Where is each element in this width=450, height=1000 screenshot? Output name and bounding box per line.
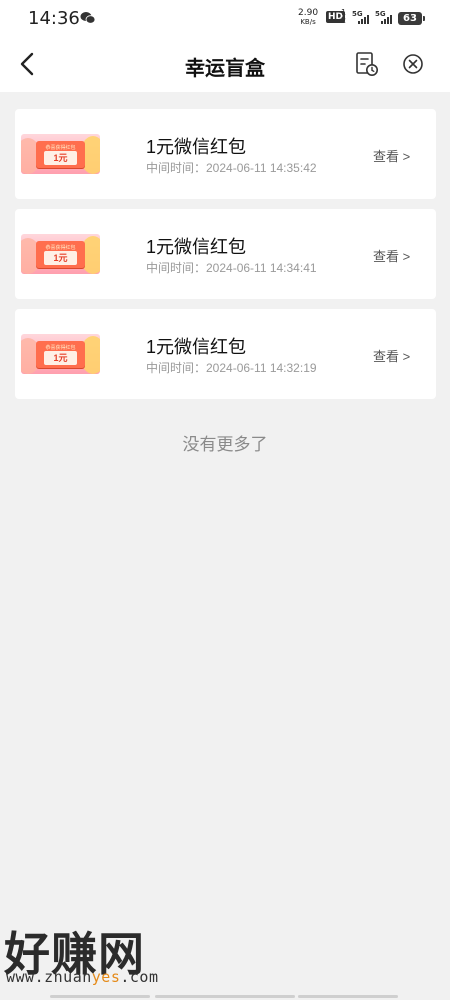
watermark-url-highlight: yes: [91, 968, 121, 986]
prize-title: 1元微信红包: [146, 237, 247, 257]
signal-2-label: 5G: [375, 10, 386, 18]
battery-icon: 63: [398, 12, 425, 25]
home-indicator: [50, 995, 150, 998]
thumbnail-amount: 1元: [44, 251, 77, 265]
record-icon[interactable]: [352, 50, 380, 78]
red-packet-thumbnail: 恭喜获得红包 1元: [21, 334, 100, 374]
thumbnail-amount: 1元: [44, 351, 77, 365]
thumbnail-amount: 1元: [44, 151, 77, 165]
site-watermark: 好赚网 www.zhuanyes.com: [4, 918, 194, 988]
no-more-text: 没有更多了: [182, 435, 268, 454]
prize-list: 恭喜获得红包 1元 1元微信红包 中间时间：2024-06-11 14:35:4…: [15, 109, 436, 409]
thumbnail-caption: 恭喜获得红包: [45, 145, 76, 151]
home-indicator: [298, 995, 398, 998]
view-button[interactable]: 查看 >: [373, 246, 410, 265]
signal-icon-2: 5G: [375, 10, 393, 24]
prize-card[interactable]: 恭喜获得红包 1元 1元微信红包 中间时间：2024-06-11 14:34:4…: [15, 209, 436, 299]
nav-bar: 幸运盲盒: [0, 38, 450, 92]
watermark-url-suffix: .com: [120, 968, 159, 986]
status-bar: 14:36 2.90 KB/s HD 1 2 5G 5G 63: [0, 0, 450, 38]
prize-title: 1元微信红包: [146, 337, 247, 357]
page-title: 幸运盲盒: [185, 58, 265, 80]
prize-time: 中间时间：2024-06-11 14:32:19: [146, 361, 317, 375]
prize-time: 中间时间：2024-06-11 14:34:41: [146, 261, 317, 275]
network-speed-unit: KB/s: [300, 18, 316, 26]
prize-card[interactable]: 恭喜获得红包 1元 1元微信红包 中间时间：2024-06-11 14:32:1…: [15, 309, 436, 399]
view-button[interactable]: 查看 >: [373, 346, 410, 365]
thumbnail-caption: 恭喜获得红包: [45, 245, 76, 251]
thumbnail-caption: 恭喜获得红包: [45, 345, 76, 351]
signal-icon-1: 5G: [352, 10, 370, 24]
red-packet-thumbnail: 恭喜获得红包 1元: [21, 134, 100, 174]
home-indicator: [155, 995, 295, 998]
view-button[interactable]: 查看 >: [373, 146, 410, 165]
hd-sim-indicator: 1 2: [341, 9, 346, 25]
status-time: 14:36: [28, 8, 80, 29]
prize-card[interactable]: 恭喜获得红包 1元 1元微信红包 中间时间：2024-06-11 14:35:4…: [15, 109, 436, 199]
network-speed-value: 2.90: [298, 8, 319, 18]
prize-title: 1元微信红包: [146, 137, 247, 157]
signal-1-label: 5G: [352, 10, 363, 18]
watermark-url-prefix: www.zhuan: [6, 968, 92, 986]
wechat-icon: [80, 12, 96, 24]
hd-sim-bottom: 2: [341, 16, 347, 25]
network-speed: 2.90 KB/s: [298, 9, 318, 27]
prize-time: 中间时间：2024-06-11 14:35:42: [146, 161, 317, 175]
watermark-url: www.zhuanyes.com: [6, 968, 159, 986]
close-icon[interactable]: [400, 51, 426, 77]
red-packet-thumbnail: 恭喜获得红包 1元: [21, 234, 100, 274]
